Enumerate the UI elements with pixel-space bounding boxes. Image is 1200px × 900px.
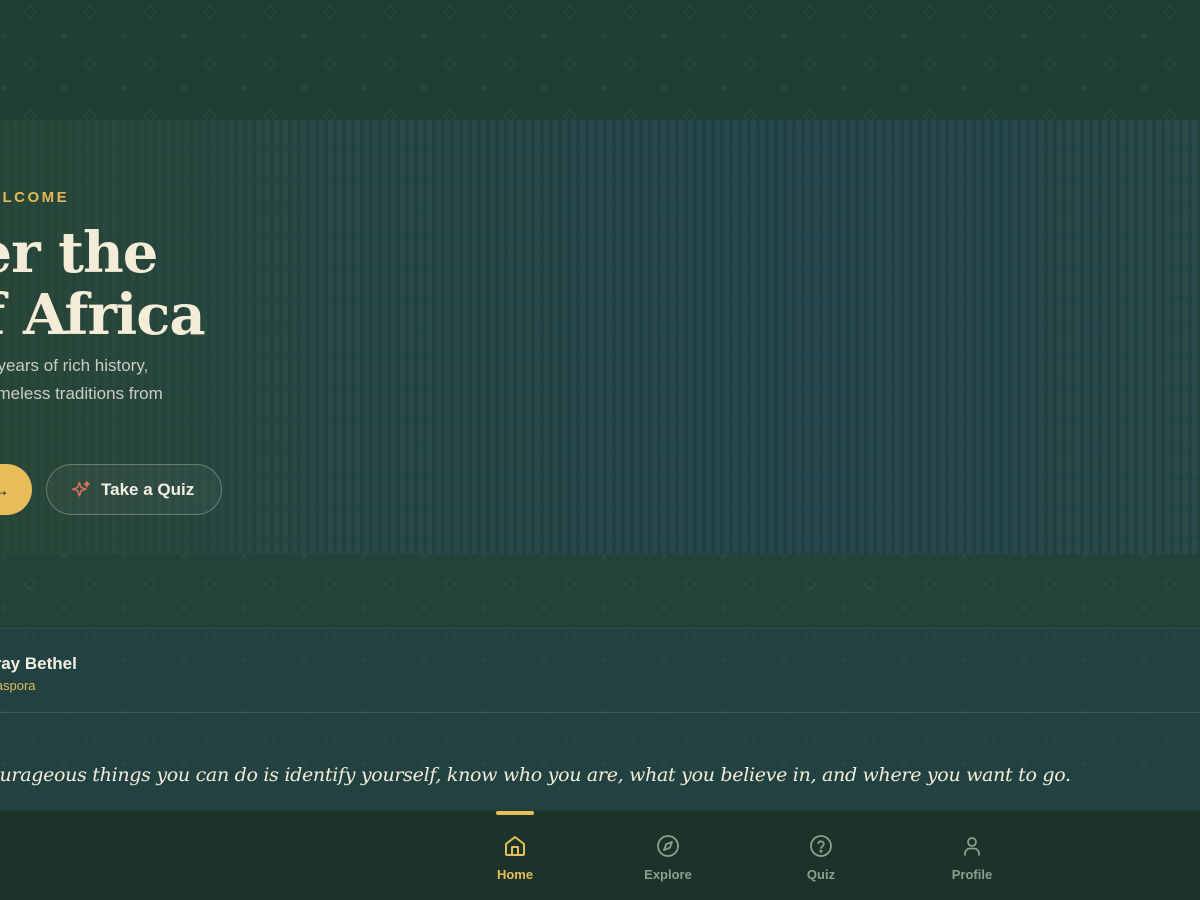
hero-headline: ver the of Africa bbox=[0, 220, 206, 348]
tab-explore-label: Explore bbox=[644, 867, 692, 882]
quote-divider bbox=[0, 712, 1200, 713]
tab-profile-label: Profile bbox=[951, 867, 993, 882]
take-quiz-button[interactable]: Take a Quiz bbox=[46, 464, 222, 515]
home-icon bbox=[503, 833, 527, 859]
quote-author-tag: liaspora bbox=[0, 678, 36, 693]
arrow-right-icon: → bbox=[0, 480, 10, 500]
user-icon bbox=[960, 833, 984, 859]
quote-text: courageous things you can do is identify… bbox=[0, 764, 1071, 786]
hero-subtitle-line-1: f years of rich history, bbox=[0, 356, 149, 375]
help-circle-icon bbox=[809, 833, 833, 859]
hero-eyebrow: ELCOME bbox=[0, 189, 70, 206]
tab-quiz[interactable]: Quiz bbox=[771, 811, 871, 900]
tab-quiz-label: Quiz bbox=[806, 867, 836, 882]
app-page: ELCOME ver the of Africa f years of rich… bbox=[0, 0, 1200, 900]
take-quiz-label: Take a Quiz bbox=[101, 479, 195, 499]
tab-home-label: Home bbox=[496, 867, 534, 882]
tab-explore[interactable]: Explore bbox=[618, 811, 718, 900]
hero-subtitle: f years of rich history, timeless tradit… bbox=[0, 352, 163, 408]
hero-subtitle-line-2: timeless traditions from bbox=[0, 384, 163, 403]
bottom-nav: Home Explore Quiz Profile bbox=[0, 810, 1200, 900]
tab-home[interactable]: Home bbox=[465, 811, 565, 900]
active-tab-indicator bbox=[496, 811, 534, 815]
tab-profile[interactable]: Profile bbox=[922, 811, 1022, 900]
sparkle-icon bbox=[71, 480, 91, 500]
compass-icon bbox=[656, 833, 680, 859]
quote-author: rray Bethel bbox=[0, 654, 77, 673]
hero-headline-line-2: of Africa bbox=[0, 282, 206, 348]
hero-headline-line-1: ver the bbox=[0, 220, 158, 286]
